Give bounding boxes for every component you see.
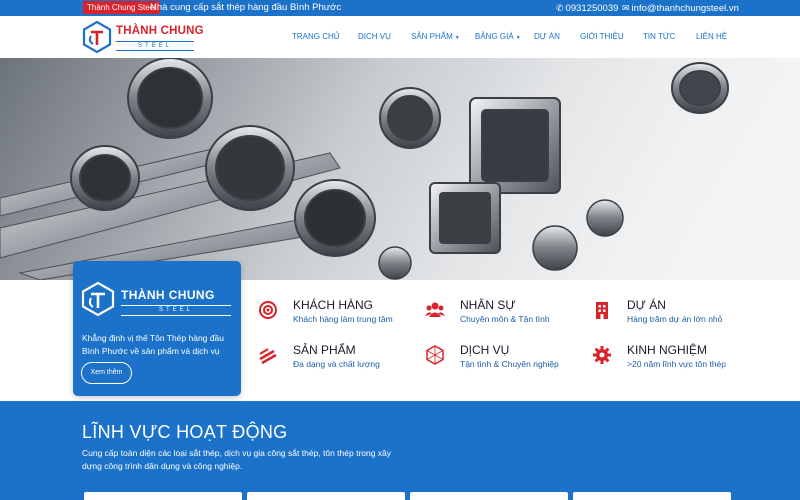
feature-title: NHÂN SỰ: [460, 298, 516, 312]
nav-label: GIỚI THIỆU: [580, 32, 624, 41]
nav-lien-he[interactable]: LIÊN HỆ: [696, 32, 727, 41]
feature-desc: >20 năm lĩnh vực tôn thép: [627, 359, 727, 369]
hexagon-icon: [426, 345, 444, 365]
feature-san-pham: SẢN PHẨM Đa dạng và chất lượng: [258, 343, 408, 379]
company-name: THÀNH CHUNG: [121, 288, 215, 302]
feature-desc: Hàng trăm dự án lớn nhỏ: [627, 314, 723, 324]
users-icon: [425, 302, 445, 317]
target-icon: [259, 301, 277, 319]
caret-down-icon: ▼: [515, 35, 521, 41]
envelope-icon: ✉: [622, 3, 630, 13]
caret-down-icon: ▼: [454, 35, 460, 41]
feature-nhan-su: NHÂN SỰ Chuyên môn & Tận tình: [425, 298, 575, 334]
logo-mark-icon: [82, 21, 112, 53]
nav-label: DỰ ÁN: [534, 32, 560, 41]
see-more-button[interactable]: Xem thêm: [81, 362, 132, 384]
nav-bang-gia[interactable]: BẢNG GIÁ ▼: [475, 32, 521, 41]
nav-san-pham[interactable]: SẢN PHẨM ▼: [411, 32, 460, 41]
phone-icon: ✆: [556, 3, 564, 13]
feature-desc: Chuyên môn & Tận tình: [460, 314, 550, 324]
feature-khach-hang: KHÁCH HÀNG Khách hàng làm trung tâm: [258, 298, 408, 334]
nav-label: TIN TỨC: [643, 32, 676, 41]
brand-badge: Thành Chung Steel: [83, 1, 160, 14]
company-sub: STEEL: [121, 305, 231, 316]
nav-gioi-thieu[interactable]: GIỚI THIỆU: [580, 32, 624, 41]
steel-bars-icon: [259, 348, 277, 365]
feature-du-an: DỰ ÁN Hàng trăm dự án lớn nhỏ: [592, 298, 742, 334]
activities-section: LĨNH VỰC HOẠT ĐỘNG Cung cấp toàn diện cá…: [0, 401, 800, 500]
feature-title: KINH NGHIỆM: [627, 343, 708, 357]
phone-number: 0931250039: [565, 3, 619, 14]
feature-title: SẢN PHẨM: [293, 343, 356, 357]
feature-desc: Khách hàng làm trung tâm: [293, 314, 393, 324]
hero-banner-image: [0, 58, 800, 280]
logo-mark-icon: [81, 282, 115, 316]
feature-title: KHÁCH HÀNG: [293, 298, 374, 312]
feature-title: DỰ ÁN: [627, 298, 666, 312]
section-title: LĨNH VỰC HOẠT ĐỘNG: [82, 422, 288, 442]
email-address: info@thanhchungsteel.vn: [631, 3, 739, 14]
logo-sub: STEEL: [116, 41, 194, 51]
nav-du-an[interactable]: DỰ ÁN: [534, 32, 560, 41]
phone-link[interactable]: ✆ 0931250039: [556, 2, 618, 15]
company-card: THÀNH CHUNG STEEL Khẳng định vị thế Tôn …: [73, 261, 241, 396]
steel-pipes-illustration: [0, 58, 729, 280]
nav-label: DỊCH VỤ: [358, 32, 391, 41]
feature-title: DỊCH VỤ: [460, 343, 510, 357]
nav-label: BẢNG GIÁ: [475, 32, 514, 41]
activity-card[interactable]: [247, 492, 405, 500]
feature-dich-vu: DỊCH VỤ Tận tình & Chuyên nghiệp: [425, 343, 575, 379]
activity-card[interactable]: [410, 492, 568, 500]
building-icon: [596, 302, 608, 319]
nav-label: SẢN PHẨM: [411, 32, 453, 41]
nav-trang-chu[interactable]: TRANG CHỦ: [292, 32, 340, 41]
nav-dich-vu[interactable]: DỊCH VỤ: [358, 32, 391, 41]
nav-label: TRANG CHỦ: [292, 32, 340, 41]
site-logo[interactable]: THÀNH CHUNG STEEL: [82, 19, 204, 55]
top-bar: Thành Chung Steel Nhà cung cấp sắt thép …: [0, 0, 800, 16]
email-link[interactable]: ✉ info@thanhchungsteel.vn: [622, 2, 739, 15]
activity-card[interactable]: [84, 492, 242, 500]
feature-kinh-nghiem: KINH NGHIỆM >20 năm lĩnh vực tôn thép: [592, 343, 742, 379]
nav-tin-tuc[interactable]: TIN TỨC: [643, 32, 675, 41]
logo-name: THÀNH CHUNG: [116, 25, 204, 37]
section-description: Cung cấp toàn diện các loại sắt thép, dị…: [82, 448, 392, 471]
tagline: Nhà cung cấp sắt thép hàng đầu Bình Phướ…: [150, 2, 342, 13]
site-header: THÀNH CHUNG STEEL TRANG CHỦ DỊCH VỤ SẢN …: [0, 16, 800, 58]
feature-desc: Tận tình & Chuyên nghiệp: [460, 359, 559, 369]
feature-desc: Đa dạng và chất lượng: [293, 359, 380, 369]
nav-label: LIÊN HỆ: [696, 32, 728, 41]
company-description: Khẳng định vị thế Tôn Thép hàng đầu Bình…: [82, 333, 224, 356]
gear-icon: [593, 346, 611, 364]
activity-card[interactable]: [573, 492, 731, 500]
